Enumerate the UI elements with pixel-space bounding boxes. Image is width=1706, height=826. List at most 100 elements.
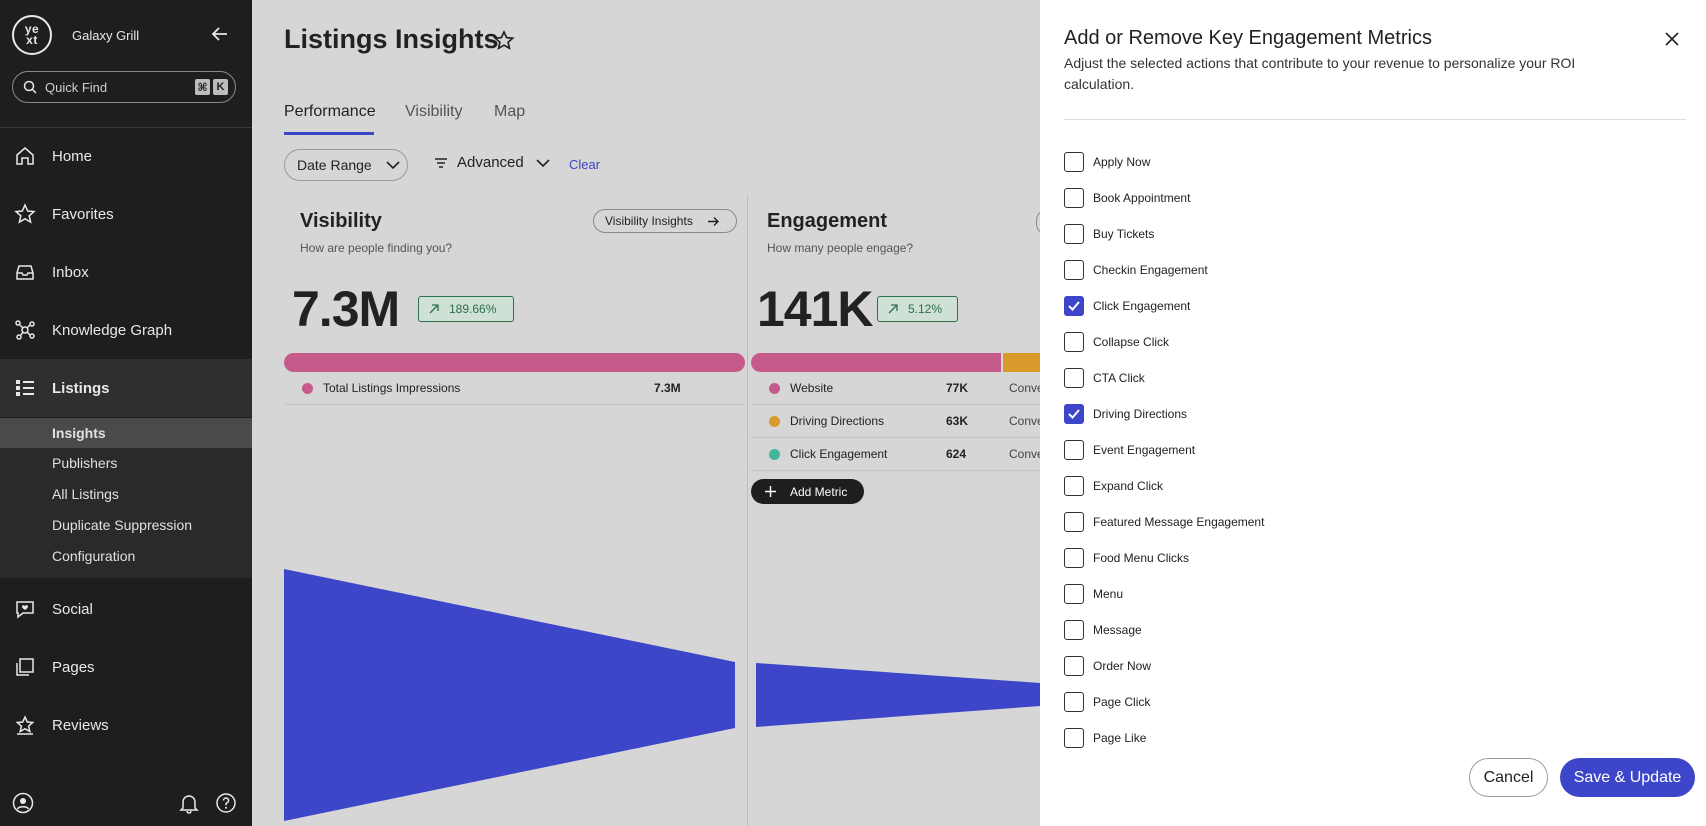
subnav-publishers[interactable]: Publishers [0, 448, 252, 478]
series-color-dot [769, 383, 780, 394]
subnav-all-listings[interactable]: All Listings [0, 479, 252, 509]
metric-option[interactable]: Message [1064, 619, 1142, 641]
add-metric-label: Add Metric [790, 484, 848, 499]
sidebar-item-label: Inbox [52, 263, 89, 281]
favorite-star-icon[interactable] [492, 29, 516, 53]
sidebar-item-label: Pages [52, 658, 95, 676]
sidebar-item-reviews[interactable]: Reviews [0, 696, 252, 754]
checkbox[interactable] [1064, 476, 1084, 496]
metric-option[interactable]: Menu [1064, 583, 1123, 605]
metric-option[interactable]: Checkin Engagement [1064, 259, 1208, 281]
metric-option[interactable]: Driving Directions [1064, 403, 1187, 425]
knowledge-graph-icon [15, 320, 35, 340]
clear-filters-link[interactable]: Clear [569, 157, 600, 172]
checkbox[interactable] [1064, 728, 1084, 748]
table-row: Click Engagement 624 Conve [751, 438, 1040, 471]
sidebar: ye xt Galaxy Grill Quick Find ⌘ K Home Fa… [0, 0, 252, 826]
checkbox[interactable] [1064, 188, 1084, 208]
metric-option[interactable]: Event Engagement [1064, 439, 1195, 461]
checkbox[interactable] [1064, 224, 1084, 244]
checkbox[interactable] [1064, 332, 1084, 352]
tab-map[interactable]: Map [494, 103, 525, 121]
checkbox[interactable] [1064, 584, 1084, 604]
plus-icon [765, 486, 776, 497]
bell-icon[interactable] [178, 792, 200, 814]
metric-option[interactable]: Book Appointment [1064, 187, 1190, 209]
subnav-insights[interactable]: Insights [0, 418, 252, 448]
metric-option[interactable]: Apply Now [1064, 151, 1150, 173]
quick-find-input[interactable]: Quick Find ⌘ K [12, 71, 236, 103]
checkbox[interactable] [1064, 440, 1084, 460]
cancel-button[interactable]: Cancel [1469, 758, 1548, 797]
visibility-progress-bar [284, 353, 745, 372]
advanced-filter-dropdown[interactable]: Advanced [434, 154, 550, 171]
card-divider [747, 196, 748, 826]
checkbox[interactable] [1064, 512, 1084, 532]
yext-logo: ye xt [12, 15, 52, 55]
metric-label: Driving Directions [790, 414, 885, 428]
visibility-insights-button[interactable]: Visibility Insights [593, 209, 737, 233]
inbox-icon [16, 265, 34, 280]
sidebar-item-listings[interactable]: Listings [0, 359, 252, 417]
metric-option[interactable]: Expand Click [1064, 475, 1163, 497]
pages-icon [16, 658, 34, 676]
close-icon[interactable] [1662, 29, 1682, 49]
tab-visibility[interactable]: Visibility [405, 103, 463, 121]
conversion-label: Conve [1009, 414, 1040, 428]
add-metric-button[interactable]: Add Metric [751, 479, 864, 504]
sidebar-item-home[interactable]: Home [0, 127, 252, 185]
table-row: Driving Directions 63K Conve [751, 405, 1040, 438]
visibility-funnel-shape [284, 569, 735, 821]
checkbox[interactable] [1064, 692, 1084, 712]
save-update-button[interactable]: Save & Update [1560, 758, 1695, 797]
metric-value: 7.3M [654, 381, 681, 395]
table-row: Total Listings Impressions 7.3M [284, 372, 745, 405]
command-key-badge: ⌘ [195, 79, 210, 95]
metric-option[interactable]: CTA Click [1064, 367, 1145, 389]
series-color-dot [302, 383, 313, 394]
subnav-duplicate-suppression[interactable]: Duplicate Suppression [0, 510, 252, 540]
date-range-dropdown[interactable]: Date Range [284, 149, 408, 181]
metric-option[interactable]: Collapse Click [1064, 331, 1169, 353]
series-color-dot [769, 416, 780, 427]
metric-option[interactable]: Featured Message Engagement [1064, 511, 1264, 533]
metric-option-label: CTA Click [1093, 371, 1145, 385]
checkbox[interactable] [1064, 656, 1084, 676]
engagement-total: 141K [757, 281, 874, 337]
user-avatar-icon[interactable] [12, 792, 34, 814]
metric-option[interactable]: Buy Tickets [1064, 223, 1154, 245]
metric-option[interactable]: Order Now [1064, 655, 1151, 677]
checkbox-checked[interactable] [1064, 296, 1084, 316]
page-title: Listings Insights [284, 24, 499, 54]
checkbox[interactable] [1064, 620, 1084, 640]
metric-option[interactable]: Page Like [1064, 727, 1146, 749]
tab-performance[interactable]: Performance [284, 103, 376, 121]
subnav-configuration[interactable]: Configuration [0, 541, 252, 571]
sidebar-footer [0, 785, 252, 821]
checkbox[interactable] [1064, 260, 1084, 280]
engagement-card-subtitle: How many people engage? [767, 241, 914, 255]
k-key-badge: K [213, 79, 228, 95]
star-icon [14, 203, 36, 224]
checkbox[interactable] [1064, 368, 1084, 388]
checkbox[interactable] [1064, 152, 1084, 172]
sidebar-item-inbox[interactable]: Inbox [0, 243, 252, 301]
collapse-arrow-icon[interactable] [210, 24, 230, 44]
engagement-card-title: Engagement [767, 210, 888, 232]
metric-option[interactable]: Click Engagement [1064, 295, 1190, 317]
sidebar-item-pages[interactable]: Pages [0, 638, 252, 696]
sidebar-item-favorites[interactable]: Favorites [0, 185, 252, 243]
checkbox-checked[interactable] [1064, 404, 1084, 424]
visibility-card-subtitle: How are people finding you? [300, 241, 453, 255]
checkbox[interactable] [1064, 548, 1084, 568]
panel-divider [1064, 119, 1686, 120]
brand[interactable]: ye xt Galaxy Grill [12, 15, 139, 55]
sidebar-item-label: Reviews [52, 716, 109, 734]
metric-option[interactable]: Page Click [1064, 691, 1150, 713]
sidebar-item-social[interactable]: Social [0, 580, 252, 638]
metric-option-label: Apply Now [1093, 155, 1151, 169]
metric-option-label: Expand Click [1093, 479, 1164, 493]
sidebar-item-knowledge-graph[interactable]: Knowledge Graph [0, 301, 252, 359]
help-icon[interactable] [215, 792, 237, 814]
metric-option[interactable]: Food Menu Clicks [1064, 547, 1189, 569]
